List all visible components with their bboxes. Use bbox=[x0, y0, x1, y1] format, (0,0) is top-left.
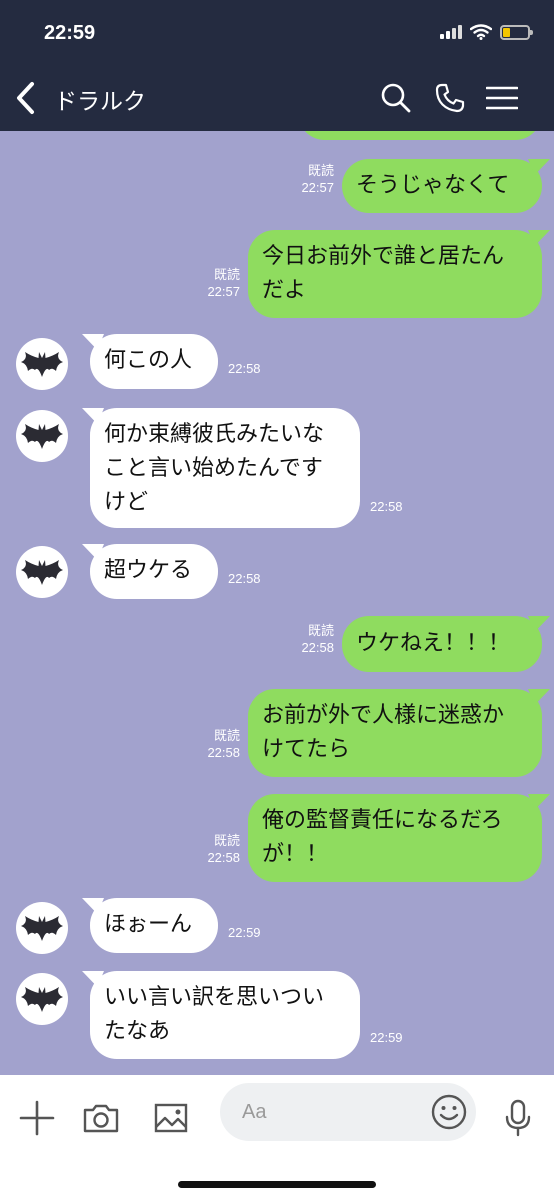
message-time: 22:58 bbox=[207, 850, 240, 865]
message-time: 22:58 bbox=[370, 499, 403, 514]
message-meta: 既読 22:57 bbox=[207, 266, 240, 300]
microphone-icon bbox=[505, 1099, 531, 1137]
add-button[interactable] bbox=[14, 1095, 60, 1141]
message-time: 22:58 bbox=[228, 571, 261, 586]
message-text: いい言い訳を思いつい bbox=[104, 985, 325, 1010]
bat-icon bbox=[21, 987, 63, 1012]
back-button[interactable] bbox=[8, 78, 42, 118]
message-text: ほぉーん bbox=[104, 912, 193, 937]
bat-icon bbox=[21, 560, 63, 585]
call-button[interactable] bbox=[430, 78, 470, 118]
read-receipt: 既読 bbox=[307, 623, 334, 638]
read-receipt: 既読 bbox=[213, 267, 240, 282]
home-indicator bbox=[178, 1181, 376, 1188]
signal-icon bbox=[440, 25, 462, 39]
incoming-message-bubble[interactable]: 何この人 bbox=[90, 334, 218, 389]
smiley-icon bbox=[431, 1094, 467, 1130]
camera-icon bbox=[83, 1104, 119, 1133]
incoming-message-bubble[interactable]: 超ウケる bbox=[90, 544, 218, 599]
message-list[interactable]: 既読 22:57 そうじゃなくて 既読 22:57 今日お前外で誰と居たん だよ… bbox=[0, 131, 554, 1075]
incoming-message-bubble[interactable]: ほぉーん bbox=[90, 898, 218, 953]
chat-title: ドラルク bbox=[54, 89, 146, 115]
hamburger-menu-icon bbox=[486, 86, 518, 110]
avatar[interactable] bbox=[16, 973, 68, 1025]
status-icons bbox=[440, 24, 533, 40]
avatar[interactable] bbox=[16, 902, 68, 954]
message-text: 俺の監督責任になるだろ bbox=[262, 808, 503, 833]
plus-icon bbox=[19, 1100, 55, 1136]
emoji-button[interactable] bbox=[430, 1093, 468, 1131]
message-text: 何か束縛彼氏みたいな bbox=[104, 422, 325, 447]
message-meta: 既読 22:57 bbox=[301, 162, 334, 196]
incoming-message-bubble[interactable]: いい言い訳を思いつい たなあ bbox=[90, 971, 360, 1059]
phone-icon bbox=[435, 83, 465, 113]
avatar[interactable] bbox=[16, 338, 68, 390]
message-time: 22:58 bbox=[207, 745, 240, 760]
camera-button[interactable] bbox=[78, 1095, 124, 1141]
read-receipt: 既読 bbox=[213, 833, 240, 848]
outgoing-message-bubble[interactable]: ウケねえ！！！ bbox=[342, 616, 542, 672]
search-icon bbox=[381, 83, 411, 113]
outgoing-message-bubble[interactable]: 俺の監督責任になるだろ が！！ bbox=[248, 794, 542, 882]
outgoing-message-bubble[interactable]: そうじゃなくて bbox=[342, 159, 542, 213]
message-text: ウケねえ！！！ bbox=[356, 631, 511, 656]
avatar[interactable] bbox=[16, 410, 68, 462]
message-text: たなあ bbox=[104, 1019, 171, 1044]
image-icon bbox=[154, 1103, 188, 1133]
bat-icon bbox=[21, 424, 63, 449]
message-text: が！！ bbox=[262, 842, 329, 867]
status-time: 22:59 bbox=[44, 22, 96, 44]
message-input[interactable] bbox=[242, 1095, 402, 1129]
message-time: 22:57 bbox=[207, 284, 240, 299]
message-text: だよ bbox=[262, 278, 307, 303]
message-text: そうじゃなくて bbox=[356, 173, 510, 198]
message-bubble-partial[interactable] bbox=[298, 131, 542, 140]
message-text: 超ウケる bbox=[104, 558, 193, 583]
read-receipt: 既読 bbox=[307, 163, 334, 178]
message-meta: 既読 22:58 bbox=[207, 832, 240, 866]
message-meta: 既読 22:58 bbox=[301, 622, 334, 656]
message-text: こと言い始めたんです bbox=[104, 456, 323, 481]
message-text: 今日お前外で誰と居たん bbox=[262, 244, 505, 269]
message-meta: 既読 22:58 bbox=[207, 727, 240, 761]
message-time: 22:57 bbox=[301, 180, 334, 195]
voice-button[interactable] bbox=[495, 1095, 541, 1141]
search-button[interactable] bbox=[376, 78, 416, 118]
message-text: お前が外で人様に迷惑か bbox=[262, 703, 505, 728]
message-text: 何この人 bbox=[104, 348, 193, 373]
message-time: 22:58 bbox=[228, 361, 261, 376]
message-input-container[interactable] bbox=[220, 1083, 476, 1141]
chat-header: 22:59 ドラルク bbox=[0, 0, 554, 131]
bat-icon bbox=[21, 916, 63, 941]
message-time: 22:58 bbox=[301, 640, 334, 655]
outgoing-message-bubble[interactable]: お前が外で人様に迷惑か けてたら bbox=[248, 689, 542, 777]
chevron-left-icon bbox=[17, 82, 34, 114]
bat-icon bbox=[21, 352, 63, 377]
outgoing-message-bubble[interactable]: 今日お前外で誰と居たん だよ bbox=[248, 230, 542, 318]
incoming-message-bubble[interactable]: 何か束縛彼氏みたいな こと言い始めたんです けど bbox=[90, 408, 360, 528]
message-text: けど bbox=[104, 490, 149, 515]
message-text: けてたら bbox=[262, 737, 351, 762]
avatar[interactable] bbox=[16, 546, 68, 598]
message-time: 22:59 bbox=[370, 1030, 403, 1045]
menu-button[interactable] bbox=[480, 78, 524, 118]
wifi-icon bbox=[470, 24, 492, 40]
read-receipt: 既読 bbox=[213, 728, 240, 743]
image-button[interactable] bbox=[148, 1095, 194, 1141]
battery-icon bbox=[500, 24, 533, 40]
message-time: 22:59 bbox=[228, 925, 261, 940]
